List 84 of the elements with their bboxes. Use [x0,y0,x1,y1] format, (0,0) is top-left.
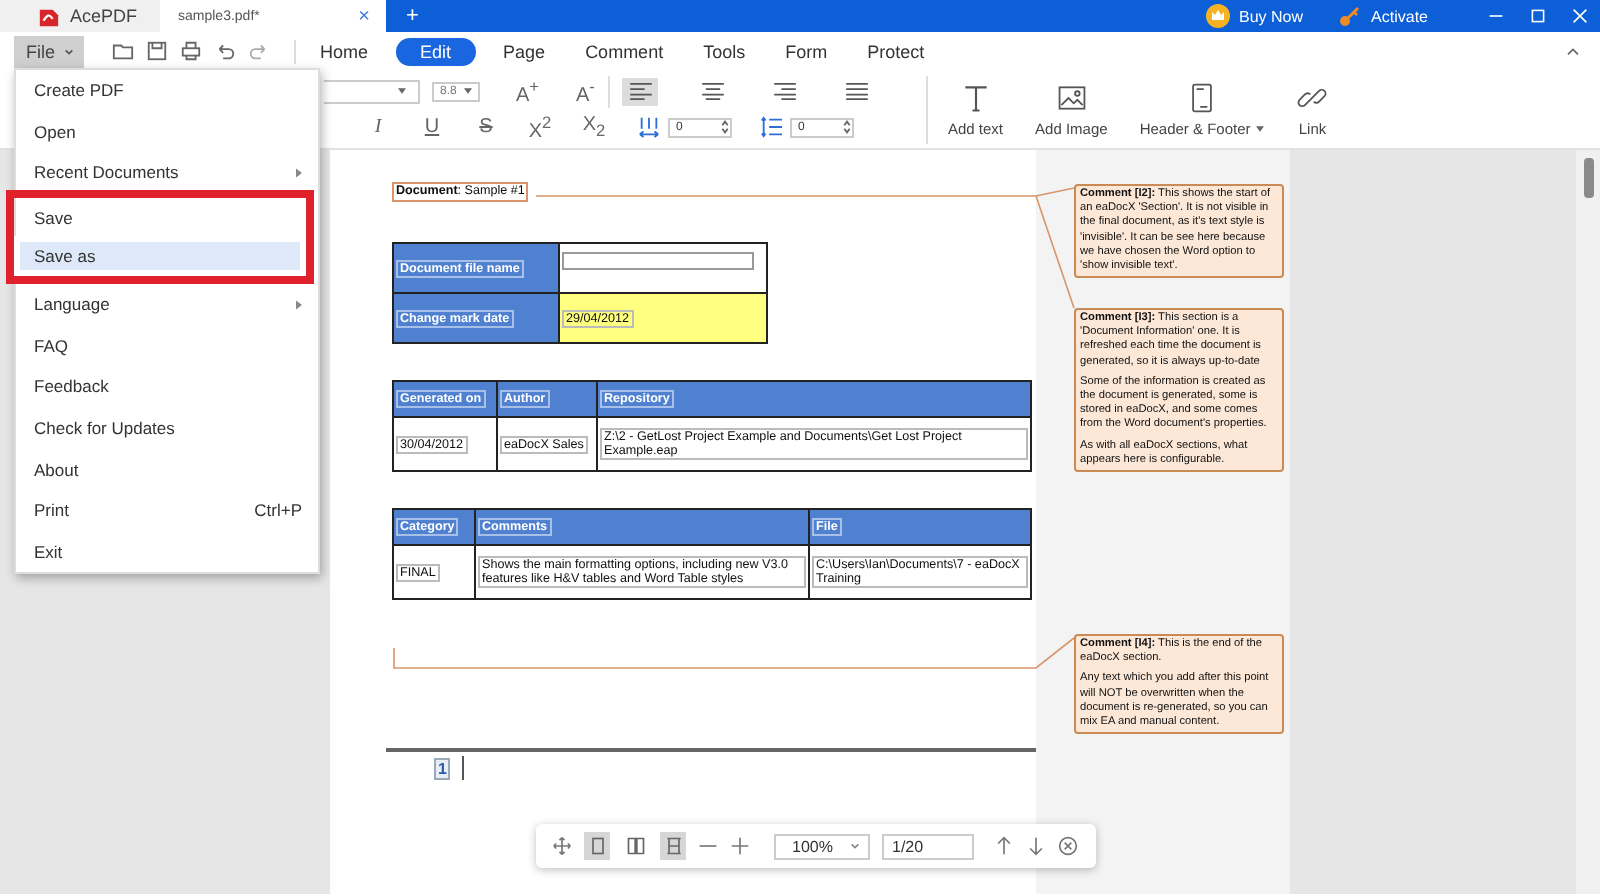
menu-item-label: Language [34,294,110,315]
undo-icon[interactable] [214,40,236,62]
menu-item[interactable]: FAQ [16,325,318,367]
menu-item-label: Feedback [34,376,109,397]
nav-tab[interactable]: Home [320,37,369,65]
file-name-field[interactable] [562,251,754,269]
caret-icon [464,88,472,94]
char-spacing-icon[interactable] [638,116,660,138]
format-button[interactable]: U [418,116,446,138]
menu-item-label: Save as [34,246,96,267]
nav-tab[interactable]: Page [503,37,546,65]
submenu-arrow-icon [296,299,302,310]
menu-item[interactable]: Feedback [16,366,318,408]
menu-item[interactable]: Create PDF [16,70,318,112]
menu-item[interactable]: Open [16,111,318,153]
single-view-button[interactable] [584,832,610,860]
save-icon[interactable] [146,40,168,62]
menu-item-label: FAQ [34,335,69,356]
zoom-in-icon[interactable] [730,836,750,856]
font-size-button[interactable]: A$^{-}$ [576,75,600,107]
nav-tab[interactable]: Comment [585,37,664,65]
format-button[interactable]: X$_{2}$ [580,114,608,140]
menu-item[interactable]: Recent Documents [16,152,318,194]
nav-tab[interactable]: Edit [396,37,476,65]
zoom-dropdown[interactable]: 100% [774,833,870,859]
menu-item-label: Save [34,207,73,228]
menu-item-label: Create PDF [34,80,124,101]
close-tab-button[interactable]: × [358,5,370,27]
caret-icon [398,88,406,94]
align-left-button[interactable] [622,77,658,105]
new-tab-button[interactable]: + [406,4,419,28]
arrow-down-icon[interactable] [1026,836,1046,856]
spinner-arrows-icon[interactable] [842,118,852,136]
format-button[interactable]: I [364,116,392,138]
double-page-icon [625,836,645,856]
text-tool-icon [959,81,992,113]
header-action-link[interactable]: Activate [1371,7,1428,25]
fit-page-icon [663,836,683,856]
image-icon [1055,81,1088,113]
chevron-down-icon [63,47,74,55]
nav-tab[interactable]: Tools [703,37,746,65]
menu-item[interactable]: Language [16,283,318,326]
collapse-ribbon-icon[interactable] [1566,46,1580,56]
menu-item[interactable]: Exit [16,531,318,573]
header-action-link[interactable]: Buy Now [1239,7,1304,25]
close-icon[interactable] [1058,836,1078,856]
format-button[interactable]: S [472,116,500,138]
file-menu-button[interactable]: File [14,35,84,67]
menu-item-label: Recent Documents [34,162,179,183]
page-number: 1 [434,757,451,779]
spinner-arrows-icon[interactable] [720,118,730,136]
menu-shortcut: Ctrl+P [254,500,302,521]
menu-item-label: Print [34,500,69,521]
folder-icon[interactable] [112,40,134,62]
page-field[interactable]: 1/20 [882,833,974,859]
single-page-icon [587,836,607,856]
format-button[interactable]: X$^{2}$ [526,111,554,143]
logo-icon [38,5,60,27]
app-name: AcePDF [70,6,138,26]
nav-tab[interactable]: Protect [867,37,925,65]
double-view-button[interactable] [622,832,648,860]
maximize-icon[interactable] [1530,8,1546,24]
submenu-arrow-icon [296,167,302,178]
menu-item[interactable]: Check for Updates [16,407,318,449]
scroll-thumb[interactable] [1584,158,1594,198]
nav-tab[interactable]: Form [785,37,828,65]
dropdown-caret-icon [1256,125,1265,131]
text-cursor [462,756,465,780]
arrow-up-icon[interactable] [994,836,1014,856]
crown-icon [1205,4,1230,28]
menu-item-label: Check for Updates [34,418,175,439]
line-spacing-icon[interactable] [760,116,782,138]
menu-item[interactable]: Save as [6,236,314,284]
pan-icon[interactable] [552,836,572,856]
print-icon[interactable] [180,40,202,62]
menu-item-label: About [34,459,79,480]
menu-item-label: Exit [34,541,63,562]
chevron-down-icon [850,842,860,850]
key-icon [1337,4,1362,28]
fit-view-button[interactable] [660,832,686,860]
menu-item[interactable]: Print Ctrl+P [16,489,318,532]
menu-item-label: Open [34,121,76,142]
menu-item[interactable]: About [16,448,318,490]
font-size-button[interactable]: A$^{+}$ [516,75,540,107]
